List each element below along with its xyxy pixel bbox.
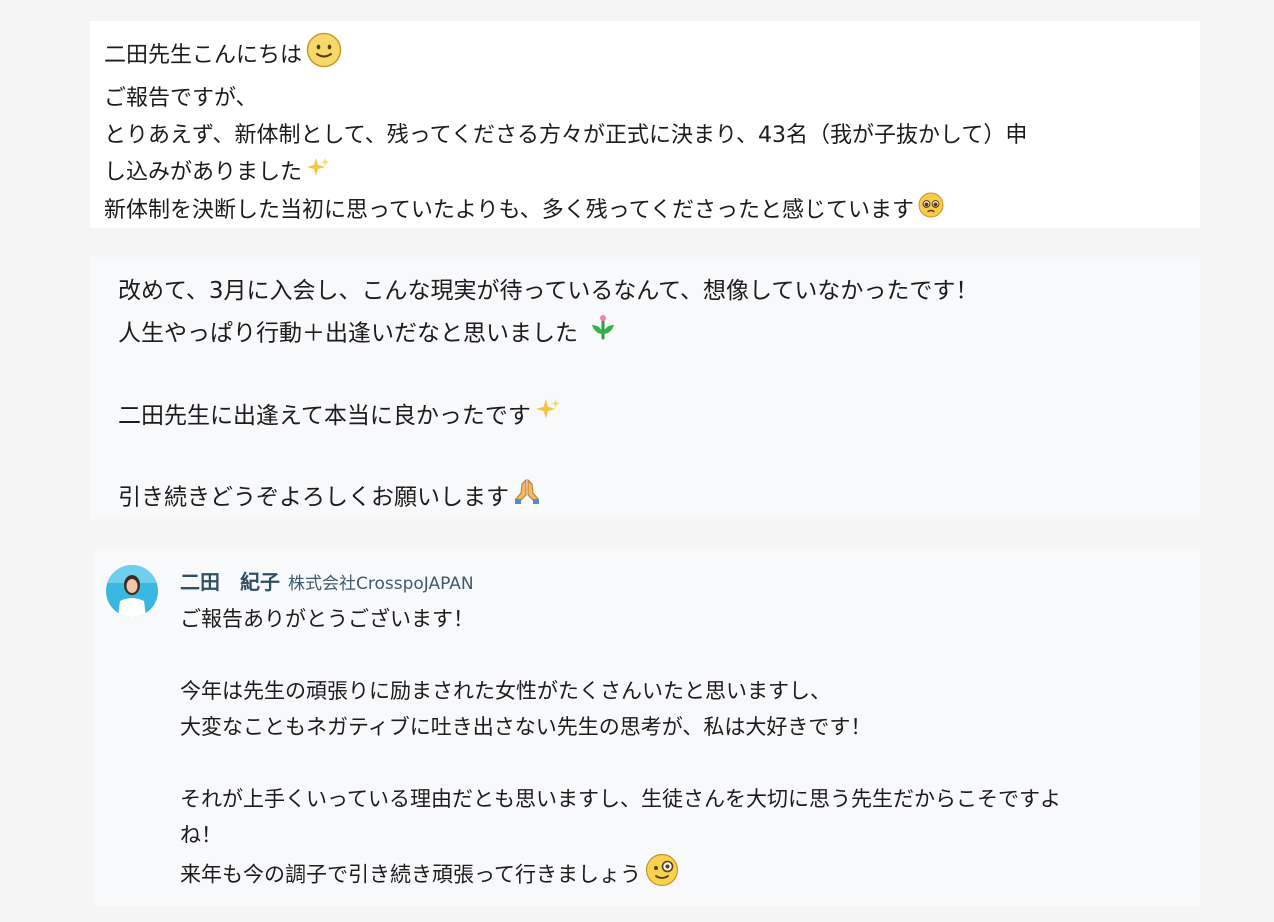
- message-line: 二田先生こんにちは: [104, 32, 1186, 80]
- seedling-flower-icon: [588, 312, 618, 356]
- message-line: それが上手くいっている理由だとも思いますし、生徒さんを大切に思う先生だからこそで…: [180, 787, 1061, 811]
- reply-message: 二田 紀子 株式会社CrosspoJAPAN ご報告ありがとうございます！ 今年は…: [94, 549, 1200, 906]
- sparkles-icon: [535, 396, 561, 437]
- face-with-monocle-icon: [645, 853, 679, 898]
- reply-body: ご報告ありがとうございます！ 今年は先生の頑張りに励まされた女性がたくさんいたと…: [180, 601, 1190, 898]
- avatar[interactable]: [106, 565, 158, 617]
- message-line: 改めて、3月に入会し、こんな現実が待っているなんて、想像していなかったです！: [118, 278, 979, 304]
- pleading-face-icon: [918, 192, 944, 230]
- author-company: 株式会社CrosspoJAPAN: [288, 574, 474, 594]
- message-quote-2: 改めて、3月に入会し、こんな現実が待っているなんて、想像していなかったです！ 人…: [90, 257, 1200, 519]
- message-line: 大変なこともネガティブに吐き出さない先生の思考が、私は大好きです！: [180, 715, 872, 739]
- message-quote-1: 二田先生こんにちは ご報告ですが、 とりあえず、新体制として、残ってくださる方々…: [90, 21, 1200, 228]
- message-line: 来年も今の調子で引き続き頑張って行きましょう: [180, 853, 1190, 898]
- slightly-smiling-face-icon: [306, 32, 342, 80]
- message-line: ね！: [180, 823, 222, 847]
- message-line: ご報告ありがとうございます！: [180, 607, 474, 631]
- message-line: 二田先生に出逢えて本当に良かったです: [118, 396, 1172, 437]
- sparkles-icon: [306, 155, 330, 192]
- reply-header: 二田 紀子 株式会社CrosspoJAPAN: [180, 567, 474, 599]
- message-line: ご報告ですが、: [104, 86, 258, 111]
- message-line: し込みがありました: [104, 154, 1186, 192]
- message-line: とりあえず、新体制として、残ってくださる方々が正式に決まり、43名（我が子抜かし…: [104, 123, 1028, 148]
- author-name[interactable]: 二田 紀子: [180, 570, 280, 594]
- message-line: 人生やっぱり行動＋出逢いだなと思いました: [118, 312, 1172, 356]
- message-line: 今年は先生の頑張りに励まされた女性がたくさんいたと思いますし、: [180, 679, 831, 703]
- message-line: 引き続きどうぞよろしくお願いします: [118, 477, 1172, 519]
- folded-hands-icon: [513, 477, 541, 519]
- message-line: 新体制を決断した当初に思っていたよりも、多く残ってくださったと感じています: [104, 192, 1186, 230]
